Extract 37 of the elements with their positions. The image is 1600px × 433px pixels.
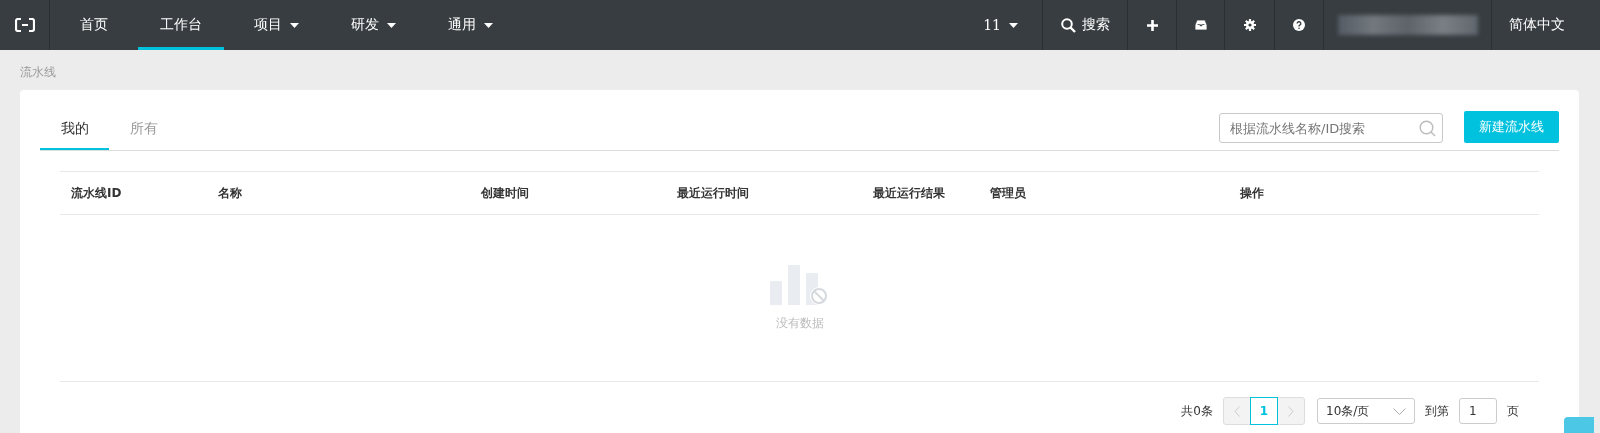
counter-dropdown[interactable]: 11 [959,0,1042,50]
caret-icon [387,22,396,28]
column-header: 管理员 [989,184,1027,202]
goto-label: 到第 [1425,402,1449,420]
chevron-icon [1393,407,1406,415]
nav-tab[interactable]: 通用 [426,0,515,50]
nav-tab[interactable]: 首页 [58,0,130,50]
column-header: 创建时间 [480,184,530,202]
nav-tab[interactable]: 研发 [329,0,418,50]
caret-icon [1009,22,1018,28]
no-data-icon [769,264,830,305]
empty-message: 没有数据 [775,314,824,332]
column-header: 最近运行时间 [676,184,750,202]
settings-icon[interactable] [1243,19,1256,31]
breadcrumb: 流水线 [19,64,57,81]
language-menu[interactable]: 简体中文 [1491,0,1582,50]
search-box[interactable]: 根据流水线名称/ID搜索 [1219,113,1443,143]
help-icon[interactable] [1293,19,1305,31]
caret-icon [290,22,299,28]
column-header: 最近运行结果 [872,184,946,202]
column-header: 操作 [1239,184,1265,202]
total-count: 共0条 [1181,402,1213,420]
tab[interactable]: 我的 [40,120,109,150]
page-input[interactable]: 1 [1459,398,1497,424]
column-header: 名称 [217,184,243,202]
search-icon [1060,17,1076,33]
search-button[interactable]: 搜索 [1042,0,1127,50]
logo-icon[interactable] [14,18,35,32]
page-size-select[interactable]: 10条/页 [1317,398,1415,424]
page-suffix: 页 [1507,402,1519,420]
nav-tab[interactable]: 项目 [232,0,321,50]
inbox-icon[interactable] [1194,20,1207,30]
nav-tab[interactable]: 工作台 [138,0,224,50]
column-header: 流水线ID [70,184,123,202]
plus-icon[interactable] [1146,19,1158,31]
search-icon [1419,119,1436,137]
caret-icon [484,22,493,28]
